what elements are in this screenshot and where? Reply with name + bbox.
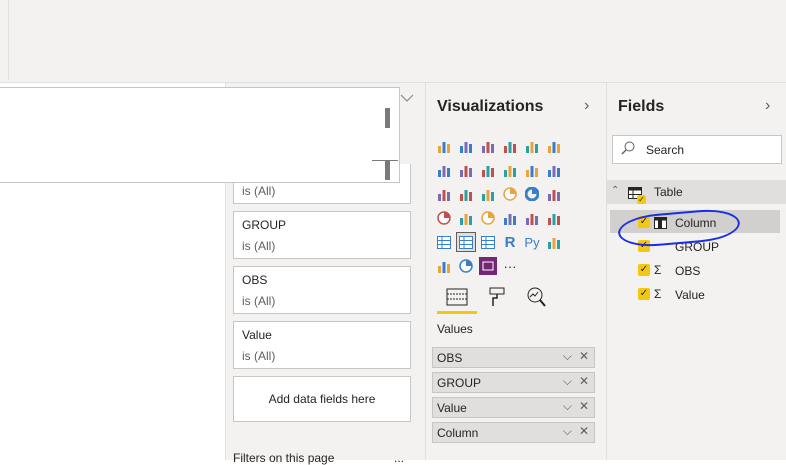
ribbon-divider bbox=[8, 0, 9, 80]
visualizations-title: Visualizations bbox=[437, 98, 544, 115]
filter-card-value[interactable]: Value is (All) bbox=[233, 321, 411, 369]
add-data-fields-label: Add data fields here bbox=[268, 392, 376, 406]
stacked-bar-icon[interactable] bbox=[435, 137, 453, 155]
funnel-icon[interactable] bbox=[457, 185, 475, 203]
collapse-chevron-icon[interactable] bbox=[400, 92, 414, 102]
more-visuals-icon[interactable]: ··· bbox=[501, 257, 519, 275]
map-icon[interactable] bbox=[435, 209, 453, 227]
field-label: Value bbox=[675, 288, 705, 302]
power-apps-icon[interactable] bbox=[479, 257, 497, 275]
stacked-area-icon[interactable] bbox=[479, 161, 497, 179]
area-chart-icon[interactable] bbox=[457, 161, 475, 179]
more-options-icon[interactable]: ... bbox=[394, 451, 404, 465]
filter-card-value-text: is (All) bbox=[242, 349, 276, 363]
add-data-fields-dropzone[interactable]: Add data fields here bbox=[233, 376, 411, 422]
filter-card-group[interactable]: GROUP is (All) bbox=[233, 211, 411, 259]
card-icon[interactable] bbox=[501, 209, 519, 227]
table-visual[interactable] bbox=[0, 87, 400, 183]
line-column-icon[interactable] bbox=[501, 161, 519, 179]
line-clustered-icon[interactable] bbox=[523, 161, 541, 179]
slicer-icon[interactable] bbox=[435, 233, 453, 251]
search-placeholder: Search bbox=[646, 143, 685, 157]
value-well-column[interactable]: Column ⌵ ✕ bbox=[432, 422, 595, 443]
collapse-table-chevron-icon[interactable]: ⌃ bbox=[611, 185, 619, 196]
pie-icon[interactable] bbox=[501, 185, 519, 203]
field-checkbox[interactable]: ✓ bbox=[638, 264, 650, 276]
filter-card-name: GROUP bbox=[242, 218, 287, 232]
format-paint-roller-icon[interactable] bbox=[485, 285, 509, 309]
sigma-icon: Σ bbox=[654, 263, 662, 277]
kpi-icon[interactable] bbox=[545, 209, 563, 227]
analytics-magnifier-icon[interactable] bbox=[524, 285, 548, 309]
filled-map-icon[interactable] bbox=[457, 209, 475, 227]
field-checkbox[interactable]: ✓ bbox=[638, 288, 650, 300]
stacked-column-icon[interactable] bbox=[501, 137, 519, 155]
chevron-down-icon[interactable]: ⌵ bbox=[563, 374, 572, 389]
filters-on-page-heading: Filters on this page bbox=[233, 451, 335, 465]
well-field-label: GROUP bbox=[437, 376, 482, 390]
visual-scrollbar-lower[interactable] bbox=[385, 160, 390, 180]
remove-field-icon[interactable]: ✕ bbox=[579, 374, 589, 388]
waterfall-icon[interactable] bbox=[435, 185, 453, 203]
scatter-icon[interactable] bbox=[479, 185, 497, 203]
collapse-visualizations-icon[interactable]: › bbox=[584, 97, 589, 115]
values-well-label: Values bbox=[437, 322, 473, 336]
field-label: OBS bbox=[675, 264, 701, 278]
fields-title: Fields bbox=[618, 98, 665, 115]
filter-card-obs[interactable]: OBS is (All) bbox=[233, 266, 411, 314]
line-chart-icon[interactable] bbox=[435, 161, 453, 179]
well-field-label: Column bbox=[437, 426, 479, 440]
python-visual-icon[interactable]: Py bbox=[523, 233, 541, 251]
value-well-obs[interactable]: OBS ⌵ ✕ bbox=[432, 347, 595, 368]
filter-card-value: is (All) bbox=[242, 294, 276, 308]
100-bar-icon[interactable] bbox=[479, 137, 497, 155]
search-icon bbox=[621, 141, 635, 158]
active-tab-indicator bbox=[437, 311, 477, 314]
chevron-down-icon[interactable]: ⌵ bbox=[563, 399, 572, 414]
collapse-fields-icon[interactable]: › bbox=[765, 97, 770, 115]
remove-field-icon[interactable]: ✕ bbox=[579, 424, 589, 438]
qa-icon[interactable] bbox=[435, 257, 453, 275]
filter-card-value: is (All) bbox=[242, 239, 276, 253]
chevron-down-icon[interactable]: ⌵ bbox=[563, 349, 572, 364]
table-visual-icon[interactable] bbox=[456, 232, 476, 252]
visual-scroll-edge bbox=[372, 160, 398, 161]
donut-icon[interactable] bbox=[523, 185, 541, 203]
key-influencers-icon[interactable] bbox=[545, 233, 563, 251]
table-name: Table bbox=[654, 185, 683, 199]
filter-card-name: OBS bbox=[242, 273, 268, 287]
100-column-icon[interactable] bbox=[545, 137, 563, 155]
ribbon bbox=[0, 0, 786, 83]
clustered-column-icon[interactable] bbox=[523, 137, 541, 155]
table-checked-badge: ✓ bbox=[637, 194, 646, 204]
well-field-label: OBS bbox=[437, 351, 463, 365]
remove-field-icon[interactable]: ✕ bbox=[579, 349, 589, 363]
filter-card-value: is (All) bbox=[242, 184, 276, 198]
fields-tab-icon[interactable] bbox=[445, 285, 469, 309]
clustered-bar-icon[interactable] bbox=[457, 137, 475, 155]
well-field-label: Value bbox=[437, 401, 467, 415]
filter-card-name: Value bbox=[242, 328, 272, 342]
chevron-down-icon[interactable]: ⌵ bbox=[563, 424, 572, 439]
ribbon-chart-icon[interactable] bbox=[545, 161, 563, 179]
value-well-value[interactable]: Value ⌵ ✕ bbox=[432, 397, 595, 418]
multirow-card-icon[interactable] bbox=[523, 209, 541, 227]
fields-search-input[interactable]: Search bbox=[612, 135, 782, 164]
r-visual-icon[interactable]: R bbox=[501, 233, 519, 251]
arcgis-icon[interactable] bbox=[457, 257, 475, 275]
treemap-icon[interactable] bbox=[545, 185, 563, 203]
gauge-icon[interactable] bbox=[479, 209, 497, 227]
value-well-group[interactable]: GROUP ⌵ ✕ bbox=[432, 372, 595, 393]
matrix-icon[interactable] bbox=[479, 233, 497, 251]
sigma-icon: Σ bbox=[654, 287, 662, 301]
remove-field-icon[interactable]: ✕ bbox=[579, 399, 589, 413]
visual-scrollbar[interactable] bbox=[385, 108, 390, 128]
